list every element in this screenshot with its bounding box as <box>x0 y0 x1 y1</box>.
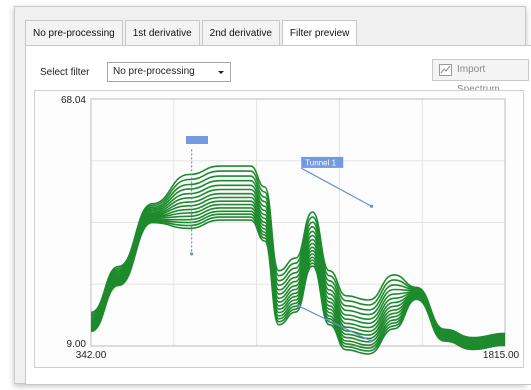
import-spectrum-button[interactable]: Import Spectrum <box>432 59 529 95</box>
series-group <box>90 165 506 355</box>
tunnel-1-label: Tunnel 1 <box>305 158 336 167</box>
spectrum-chart[interactable]: Tunnel 1 68.04 9.00 342.00 1815.00 <box>35 91 523 367</box>
tab-bar: No pre-processing 1st derivative 2nd der… <box>25 20 359 46</box>
y-tick-label-max: 68.04 <box>61 95 86 106</box>
select-filter-label: Select filter <box>40 67 90 78</box>
spectrum-line <box>90 207 506 348</box>
spectrum-chart-frame: Tunnel 1 68.04 9.00 342.00 1815.00 <box>34 90 524 368</box>
chevron-down-icon <box>218 71 224 74</box>
x-tick-label-min: 342.00 <box>76 350 107 361</box>
tab-filter-preview[interactable]: Filter preview <box>281 20 358 46</box>
tunnel-handle <box>190 252 194 256</box>
tab-2nd-derivative[interactable]: 2nd derivative <box>201 20 280 45</box>
x-tick-label-max: 1815.00 <box>483 350 520 361</box>
tab-no-preprocessing[interactable]: No pre-processing <box>25 20 123 45</box>
spectrum-line <box>90 165 506 339</box>
tab-1st-derivative[interactable]: 1st derivative <box>124 20 200 45</box>
tunnel-handle-lower-start <box>296 304 301 308</box>
tunnel-1-handle <box>369 204 374 208</box>
y-tick-label-min: 9.00 <box>67 339 87 350</box>
filter-select[interactable]: No pre-processing <box>107 62 231 82</box>
filter-select-value: No pre-processing <box>113 66 195 77</box>
spectrum-line <box>90 175 506 341</box>
tunnel-1-segment <box>300 167 372 207</box>
tunnel-handle-lower-end <box>369 339 373 343</box>
tunnel-label-small <box>185 135 208 144</box>
filter-preview-panel: Select filter No pre-processing Import S… <box>25 45 531 385</box>
chart-icon <box>439 64 452 84</box>
spectrum-panel: No pre-processing 1st derivative 2nd der… <box>14 6 531 385</box>
